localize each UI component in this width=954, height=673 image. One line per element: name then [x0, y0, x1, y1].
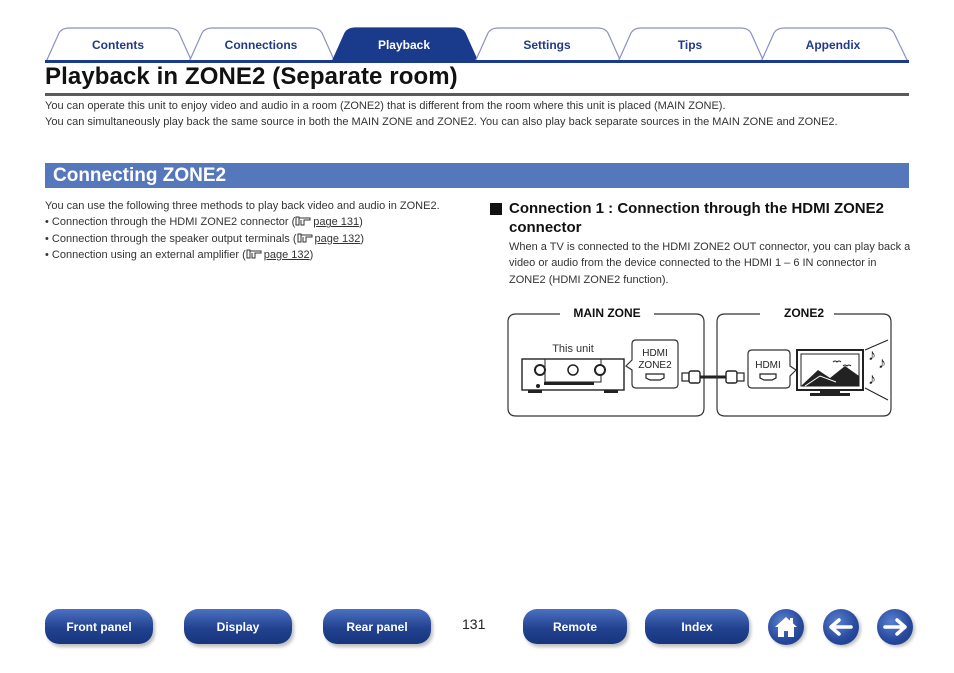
intro-paragraph: You can simultaneously play back the sam…	[45, 116, 838, 128]
intro-paragraph: You can operate this unit to enjoy video…	[45, 100, 726, 112]
svg-text:♪: ♪	[868, 347, 876, 364]
tab-label: Appendix	[805, 38, 861, 52]
button-label: Display	[216, 619, 260, 634]
method-text: • Connection through the HDMI ZONE2 conn…	[45, 216, 296, 229]
page-title: Playback in ZONE2 (Separate room)	[45, 63, 458, 90]
method-text: • Connection using an external amplifier…	[45, 249, 246, 262]
tab-label: Contents	[92, 38, 144, 52]
back-arrow-icon	[829, 618, 853, 636]
title-divider	[45, 93, 909, 96]
methods-list: • Connection through the HDMI ZONE2 conn…	[45, 214, 465, 263]
section-title: Connecting ZONE2	[53, 165, 227, 186]
tab-label: Settings	[523, 38, 571, 52]
page-number: 131	[462, 616, 486, 632]
tab-bar: Contents Connections Playback Settings T…	[45, 27, 909, 63]
remote-button[interactable]: Remote	[523, 609, 627, 644]
tab-appendix[interactable]: Appendix	[760, 27, 909, 63]
method-text: • Connection through the speaker output …	[45, 232, 297, 245]
tab-contents[interactable]: Contents	[45, 27, 193, 63]
back-button[interactable]	[823, 609, 859, 645]
method-close: )	[359, 216, 363, 229]
tab-label: Connections	[224, 38, 298, 52]
page-reference-icon	[295, 216, 311, 226]
page-reference-icon	[246, 249, 262, 259]
square-bullet-icon	[490, 203, 502, 215]
main-port-label-line1: HDMI	[642, 348, 668, 359]
connection1-description: When a TV is connected to the HDMI ZONE2…	[509, 241, 911, 286]
page-reference-icon	[297, 233, 312, 243]
tab-connections[interactable]: Connections	[188, 27, 336, 63]
receiver-icon	[521, 358, 625, 393]
main-port-label-line2: ZONE2	[638, 360, 672, 371]
display-button[interactable]: Display	[184, 609, 292, 644]
svg-text:♪: ♪	[868, 371, 876, 388]
tab-playback[interactable]: Playback	[331, 27, 479, 63]
tab-label: Tips	[677, 38, 703, 52]
page-link[interactable]: page 132	[315, 233, 361, 245]
rear-panel-button[interactable]: Rear panel	[323, 609, 431, 644]
button-label: Rear panel	[346, 619, 408, 634]
front-panel-button[interactable]: Front panel	[45, 609, 153, 644]
tab-tips[interactable]: Tips	[617, 27, 765, 63]
index-button[interactable]: Index	[645, 609, 749, 644]
tab-settings[interactable]: Settings	[474, 27, 622, 63]
connection1-title: Connection 1 : Connection through the HD…	[509, 200, 884, 236]
zone2-label: ZONE2	[784, 306, 824, 320]
forward-button[interactable]	[877, 609, 913, 645]
methods-lead: You can use the following three methods …	[45, 200, 440, 212]
methods-column: You can use the following three methods …	[45, 198, 465, 264]
forward-arrow-icon	[883, 618, 907, 636]
connection1-column: Connection 1 : Connection through the HD…	[490, 199, 912, 288]
page-link[interactable]: page 131	[313, 216, 359, 228]
hdmi-cable-icon	[681, 370, 745, 384]
list-item: • Connection through the HDMI ZONE2 conn…	[45, 214, 465, 230]
page-link[interactable]: page 132	[264, 249, 310, 261]
home-icon	[775, 617, 797, 637]
intro-text: You can operate this unit to enjoy video…	[45, 98, 911, 130]
button-label: Front panel	[66, 619, 132, 634]
list-item: • Connection using an external amplifier…	[45, 247, 465, 263]
button-label: Index	[681, 619, 713, 634]
section-header: Connecting ZONE2	[45, 163, 909, 188]
music-notes-icon: ♪ ♪ ♪	[864, 339, 889, 401]
connection-diagram: MAIN ZONE This unit HDMI ZONE2 ZONE2 HDM…	[507, 306, 892, 417]
method-close: )	[360, 232, 365, 245]
connection1-heading: Connection 1 : Connection through the HD…	[490, 199, 912, 237]
svg-text:♪: ♪	[878, 355, 886, 372]
tv-port-label: HDMI	[755, 360, 781, 371]
home-button[interactable]	[768, 609, 804, 645]
list-item: • Connection through the speaker output …	[45, 231, 465, 247]
this-unit-label: This unit	[552, 343, 594, 355]
main-zone-label: MAIN ZONE	[573, 306, 640, 320]
tab-label: Playback	[377, 38, 431, 52]
tv-icon	[796, 349, 864, 396]
button-label: Remote	[552, 619, 597, 634]
method-close: )	[309, 249, 314, 262]
